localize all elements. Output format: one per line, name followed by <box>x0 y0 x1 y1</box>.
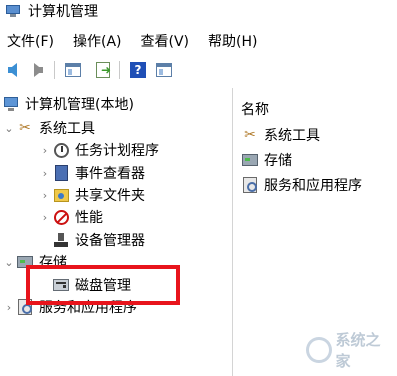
menu-view[interactable]: 查看(V) <box>141 31 190 51</box>
computer-icon <box>2 95 20 113</box>
list-item-label: 存储 <box>264 153 292 169</box>
tree-item-device-manager[interactable]: 设备管理器 <box>52 229 145 251</box>
properties-icon <box>156 63 172 77</box>
forward-arrow-icon <box>33 63 43 77</box>
menu-bar: 文件(F) 操作(A) 查看(V) 帮助(H) <box>0 30 397 52</box>
tree-item-shared-folders[interactable]: › 共享文件夹 <box>38 184 145 206</box>
performance-icon <box>52 208 70 226</box>
chevron-down-icon[interactable]: ⌄ <box>2 256 16 269</box>
tree-item-task-scheduler[interactable]: › 任务计划程序 <box>38 139 159 161</box>
show-hide-tree-button[interactable] <box>63 60 83 80</box>
services-icon <box>241 176 259 194</box>
window-title: 计算机管理 <box>28 4 98 20</box>
storage-icon <box>241 151 259 169</box>
list-item[interactable]: 存储 <box>241 149 292 171</box>
watermark-logo-icon <box>306 337 332 363</box>
chevron-right-icon[interactable]: › <box>38 144 52 157</box>
toolbar: ? <box>0 57 397 83</box>
chevron-right-icon[interactable]: › <box>38 167 52 180</box>
toolbar-separator <box>54 61 55 79</box>
title-bar: 计算机管理 <box>0 0 397 22</box>
tree-item-performance[interactable]: › 性能 <box>38 206 103 228</box>
tree-item-root[interactable]: 计算机管理(本地) <box>2 93 134 115</box>
tree-item-label: 设备管理器 <box>75 233 145 249</box>
tools-icon: ✂ <box>19 120 31 136</box>
list-item-label: 系统工具 <box>264 128 320 144</box>
navigation-tree: 计算机管理(本地) ⌄ ✂ 系统工具 › 任务计划程序 › 事件查看器 › 共享… <box>0 90 232 376</box>
help-button[interactable]: ? <box>128 60 148 80</box>
menu-file[interactable]: 文件(F) <box>7 31 54 51</box>
list-item[interactable]: 服务和应用程序 <box>241 174 362 196</box>
toolbar-separator <box>119 61 120 79</box>
back-arrow-icon <box>7 63 17 77</box>
menu-action[interactable]: 操作(A) <box>73 31 122 51</box>
tools-icon: ✂ <box>244 127 256 143</box>
event-log-icon <box>52 164 70 182</box>
back-button[interactable] <box>2 60 22 80</box>
highlight-annotation <box>26 265 180 305</box>
chevron-right-icon[interactable]: › <box>38 189 52 202</box>
watermark: 系统之家 <box>306 331 394 370</box>
tree-item-system-tools[interactable]: ⌄ ✂ 系统工具 <box>2 117 95 139</box>
tree-item-label: 系统工具 <box>39 121 95 137</box>
list-item[interactable]: ✂ 系统工具 <box>241 124 320 146</box>
tree-item-label: 共享文件夹 <box>75 188 145 204</box>
device-manager-icon <box>52 231 70 249</box>
tree-item-label: 任务计划程序 <box>75 143 159 159</box>
shared-folder-icon <box>52 186 70 204</box>
chevron-right-icon[interactable]: › <box>38 211 52 224</box>
menu-help[interactable]: 帮助(H) <box>208 31 257 51</box>
pane-divider[interactable] <box>232 88 233 376</box>
forward-button[interactable] <box>28 60 48 80</box>
export-list-button[interactable] <box>93 60 113 80</box>
clock-icon <box>52 141 70 159</box>
computer-management-icon <box>6 4 20 18</box>
properties-button[interactable] <box>154 60 174 80</box>
chevron-right-icon[interactable]: › <box>2 301 16 314</box>
column-header-name[interactable]: 名称 <box>241 99 269 119</box>
show-hide-tree-icon <box>65 63 81 77</box>
export-list-icon <box>96 62 111 78</box>
watermark-text: 系统之家 <box>335 331 381 370</box>
tree-item-event-viewer[interactable]: › 事件查看器 <box>38 162 145 184</box>
tree-item-label: 性能 <box>75 210 103 226</box>
help-icon: ? <box>130 62 146 78</box>
list-item-label: 服务和应用程序 <box>264 178 362 194</box>
tree-item-label: 事件查看器 <box>75 166 145 182</box>
tree-item-label: 计算机管理(本地) <box>25 97 134 113</box>
chevron-down-icon[interactable]: ⌄ <box>2 122 16 135</box>
